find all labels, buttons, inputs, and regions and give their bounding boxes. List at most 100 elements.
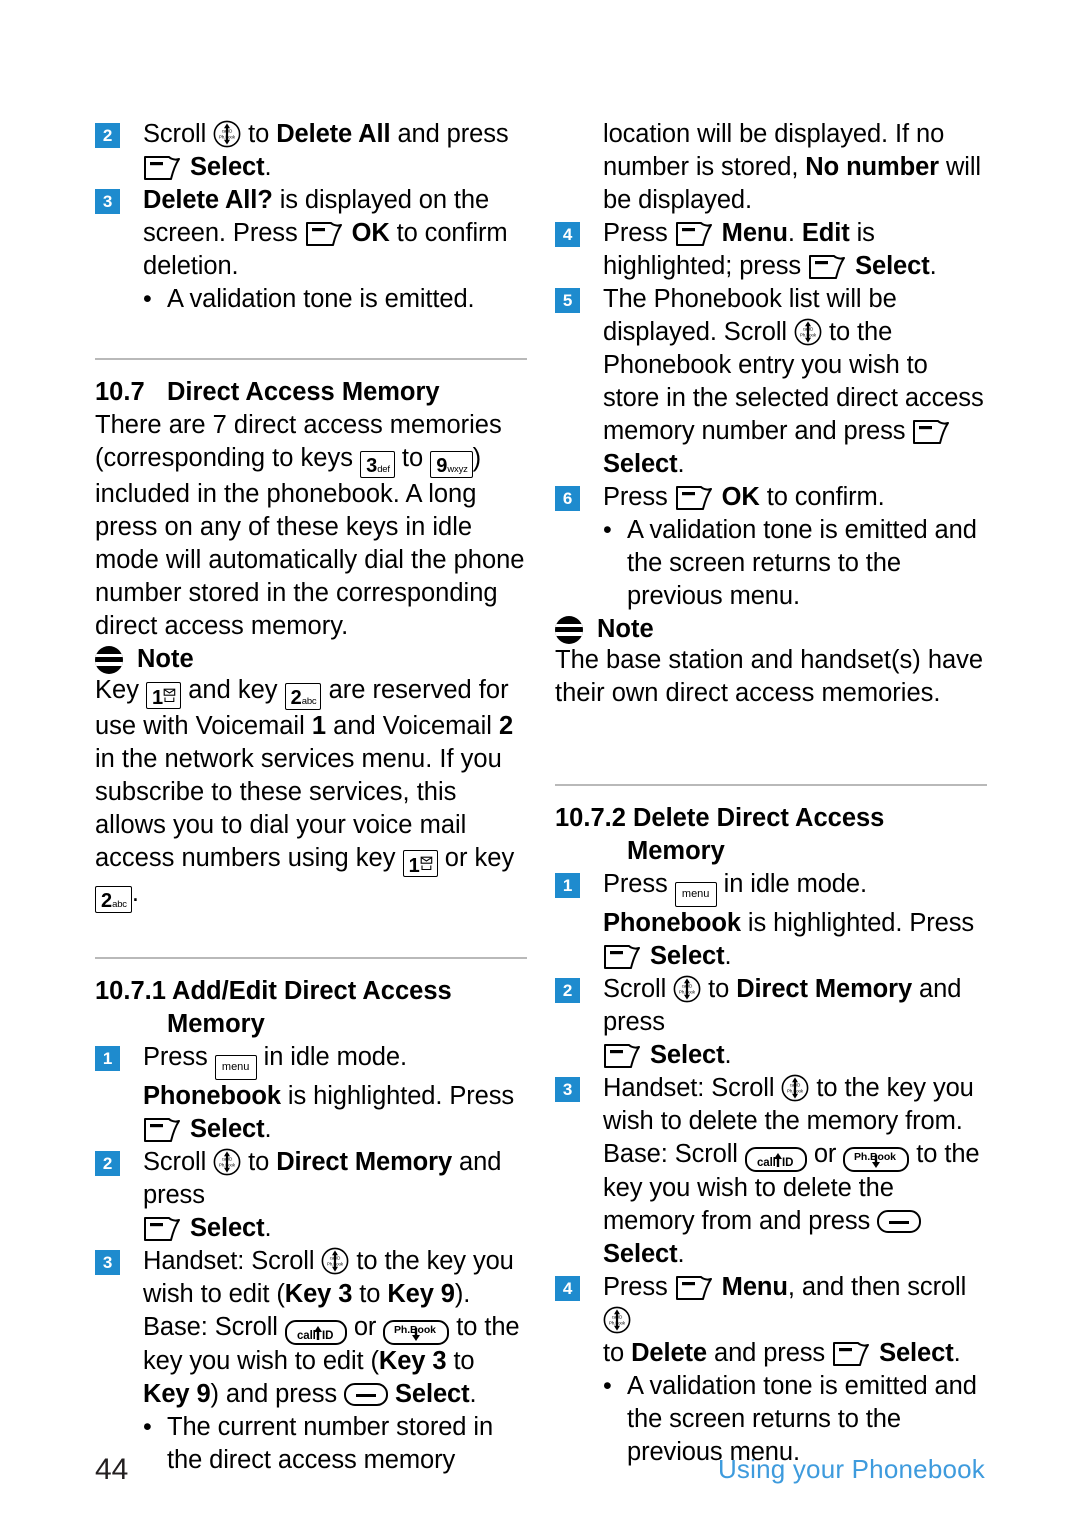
step-number-badge: 1 [555, 873, 580, 898]
list-item: 4 Press Menu, and then scroll callID Ph.… [555, 1271, 987, 1370]
step-number-badge: 2 [95, 123, 120, 148]
bullet-marker: • [603, 516, 612, 544]
text-fragment: . [724, 942, 732, 970]
emphasis-text: Select [855, 252, 930, 280]
scroll-navigation-key-icon: callID Ph.Book [673, 975, 701, 1003]
text-fragment: to [352, 1280, 388, 1308]
subsection-title-line2: Memory [627, 837, 725, 865]
text-fragment: . [787, 219, 802, 247]
emphasis-text: OK [721, 483, 760, 511]
svg-text:call: call [297, 1330, 316, 1342]
step-number-badge: 1 [95, 1046, 120, 1071]
continued-paragraph: location will be displayed. If no number… [555, 118, 987, 217]
text-fragment: to confirm. [759, 483, 885, 511]
svg-text:callID: callID [612, 1314, 622, 1319]
list-item: • A validation tone is emitted and the s… [555, 514, 987, 613]
left-soft-key-icon [675, 221, 715, 247]
page-footer: 44 Using your Phonebook [0, 1415, 1080, 1525]
step-number-badge: 3 [555, 1077, 580, 1102]
left-soft-key-icon [305, 221, 345, 247]
text-fragment: Scroll [143, 1148, 214, 1176]
callid-key-icon: call ID [744, 1147, 807, 1172]
text-fragment: Press [603, 483, 675, 511]
step-number-badge: 4 [555, 222, 580, 247]
note-body: Key 1 and key 2abc are reserved for use … [95, 674, 527, 913]
text-fragment: to [446, 1347, 475, 1375]
phonebook-key-icon: Ph.Book [843, 1147, 910, 1172]
left-soft-key-icon [675, 485, 715, 511]
emphasis-text: No number [805, 153, 939, 181]
svg-text:ID: ID [322, 1330, 333, 1342]
step-text: Press menu in idle mode. Phonebook is hi… [120, 1041, 527, 1146]
text-fragment: and Voicemail [326, 712, 499, 740]
chapter-title: Using your Phonebook [717, 1454, 985, 1484]
bullet-text: A validation tone is emitted and the scr… [627, 516, 977, 610]
base-select-key-icon [877, 1210, 922, 1233]
text-fragment: to [241, 1148, 277, 1176]
text-fragment: Press [603, 1273, 675, 1301]
emphasis-text: Delete [631, 1339, 707, 1367]
list-item: 3 Delete All? is displayed on the screen… [95, 184, 527, 283]
left-soft-key-icon [143, 155, 183, 181]
section-heading: 10.7 Direct Access Memory [95, 376, 527, 409]
text-fragment: . [929, 252, 937, 280]
step-text: Handset: Scroll callID Ph.Book to the ke… [120, 1245, 527, 1411]
note-heading: Note [95, 645, 527, 674]
text-fragment: Scroll [143, 120, 214, 148]
subsection-title-line1: Add/Edit Direct Access [172, 977, 452, 1005]
text-fragment: . [264, 153, 272, 181]
emphasis-text: Select [190, 153, 265, 181]
text-fragment: to [701, 975, 737, 1003]
emphasis-text: Select [650, 942, 725, 970]
key-digit: 1 [152, 687, 164, 709]
emphasis-text: Phonebook [143, 1082, 281, 1110]
key-digit: 9 [436, 455, 448, 477]
section-number: 10.7 [95, 378, 145, 406]
text-fragment: or [806, 1140, 844, 1168]
emphasis-text: Key 3 [284, 1280, 353, 1308]
subsection-title-line2: Memory [167, 1010, 265, 1038]
left-column: 2 Scroll call ID Ph.Book to Delete All an… [95, 118, 527, 1477]
key-letters: abc [112, 899, 127, 910]
note-body: The base station and handset(s) have the… [555, 646, 984, 707]
text-fragment: and press [390, 120, 509, 148]
text-fragment: Scroll [603, 975, 674, 1003]
emphasis-text: OK [351, 219, 390, 247]
text-fragment: in idle mode. [256, 1043, 407, 1071]
keypad-key-1-voicemail-icon: 1 [146, 682, 182, 709]
note-heading: Note [555, 615, 987, 644]
svg-text:call: call [757, 1157, 776, 1169]
text-fragment: to [603, 1339, 632, 1367]
keypad-key-2-icon: 2abc [284, 683, 322, 710]
text-fragment: . [264, 1115, 272, 1143]
svg-text:Ph.Book: Ph.Book [327, 1262, 344, 1267]
left-soft-key-icon [603, 1043, 643, 1069]
step-text: Press Menu, and then scroll callID Ph.Bo… [580, 1271, 987, 1370]
text-fragment: is highlighted. Press [740, 909, 975, 937]
svg-text:Ph.Book: Ph.Book [219, 1163, 236, 1168]
left-soft-key-icon [143, 1117, 183, 1143]
list-item: • A validation tone is emitted. [95, 283, 527, 316]
step-text: Press Menu. Edit is highlighted; press S… [580, 217, 987, 283]
text-fragment: . [953, 1339, 961, 1367]
note-icon [555, 615, 583, 644]
subsection-title-line1: Delete Direct Access [633, 804, 885, 832]
text-fragment: . [677, 1240, 685, 1268]
list-item: 2 Scroll callID Ph.Book to Direct Memory… [95, 1146, 527, 1245]
step-number-badge: 3 [95, 189, 120, 214]
emphasis-text: Delete All? [143, 186, 273, 214]
keypad-key-3-icon: 3def [360, 451, 395, 478]
left-soft-key-icon [808, 254, 848, 280]
svg-text:callID: callID [790, 1082, 800, 1087]
keypad-key-9-icon: 9wxyz [430, 451, 473, 478]
callid-key-icon: call ID [284, 1320, 347, 1345]
emphasis-text: 1 [311, 712, 327, 740]
emphasis-text: Menu [721, 1273, 788, 1301]
base-select-key-icon [344, 1383, 388, 1406]
left-soft-key-icon [832, 1341, 872, 1367]
scroll-navigation-key-icon: callID Ph.Book [603, 1306, 631, 1334]
emphasis-text: Direct Memory [276, 1148, 453, 1176]
emphasis-text: Select [190, 1214, 265, 1242]
manual-page: 2 Scroll callID Ph.Book to Delete All an… [0, 0, 1080, 1525]
emphasis-text: Delete All [276, 120, 391, 148]
